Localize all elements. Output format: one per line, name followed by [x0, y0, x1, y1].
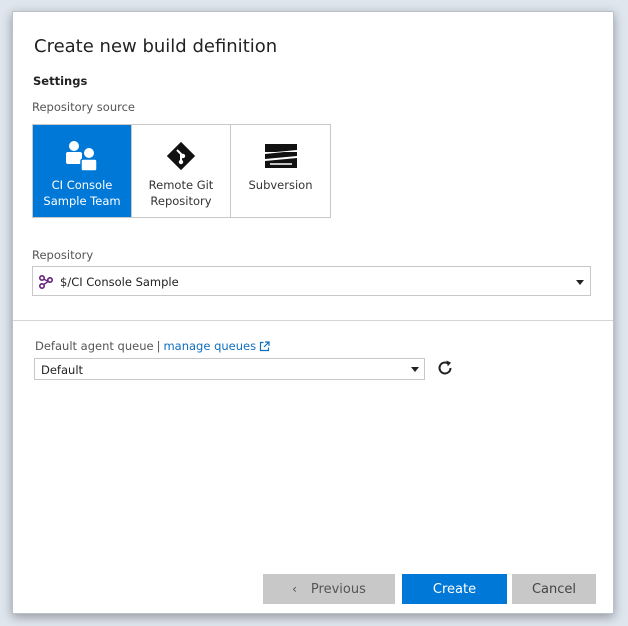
git-icon [132, 140, 230, 172]
agent-queue-value: Default [41, 363, 84, 377]
cancel-button[interactable]: Cancel [512, 574, 596, 604]
repository-dropdown[interactable]: $/CI Console Sample [32, 266, 591, 296]
dialog-title: Create new build definition [34, 36, 278, 57]
manage-queues-link-text: manage queues [163, 339, 257, 353]
create-button-label: Create [432, 581, 477, 597]
repository-source-tiles: CI Console Sample Team Remote Git Reposi… [32, 124, 331, 218]
tile-remote-git[interactable]: Remote Git Repository [132, 125, 231, 217]
tile-subversion-label: Subversion [248, 178, 313, 192]
settings-heading: Settings [33, 74, 88, 88]
repository-source-label: Repository source [32, 100, 135, 114]
agent-queue-label-row: Default agent queue | manage queues [35, 339, 270, 355]
agent-queue-label: Default agent queue [35, 339, 154, 353]
agent-queue-dropdown[interactable]: Default [34, 358, 425, 380]
create-build-definition-dialog: Create new build definition Settings Rep… [12, 11, 614, 614]
repository-branch-icon [38, 274, 54, 293]
tile-team-project-label: CI Console Sample Team [43, 178, 121, 208]
refresh-icon [436, 359, 454, 381]
repository-value: $/CI Console Sample [60, 275, 179, 289]
cancel-button-label: Cancel [531, 581, 577, 597]
chevron-left-icon: ‹ [292, 582, 297, 596]
label-separator: | [156, 339, 161, 353]
previous-button-label: Previous [310, 581, 366, 597]
previous-button[interactable]: ‹ Previous [263, 574, 395, 604]
repository-label: Repository [32, 248, 94, 262]
subversion-icon [231, 140, 330, 172]
team-icon [33, 140, 131, 172]
tile-subversion[interactable]: Subversion [231, 125, 330, 217]
tile-team-project[interactable]: CI Console Sample Team [33, 125, 132, 217]
external-link-icon [259, 341, 270, 355]
section-divider [13, 320, 613, 321]
create-button[interactable]: Create [402, 574, 507, 604]
chevron-down-icon [411, 367, 419, 372]
manage-queues-link[interactable]: manage queues [163, 339, 270, 353]
tile-remote-git-label: Remote Git Repository [148, 178, 214, 208]
refresh-queues-button[interactable] [434, 359, 456, 381]
chevron-down-icon [576, 280, 584, 285]
